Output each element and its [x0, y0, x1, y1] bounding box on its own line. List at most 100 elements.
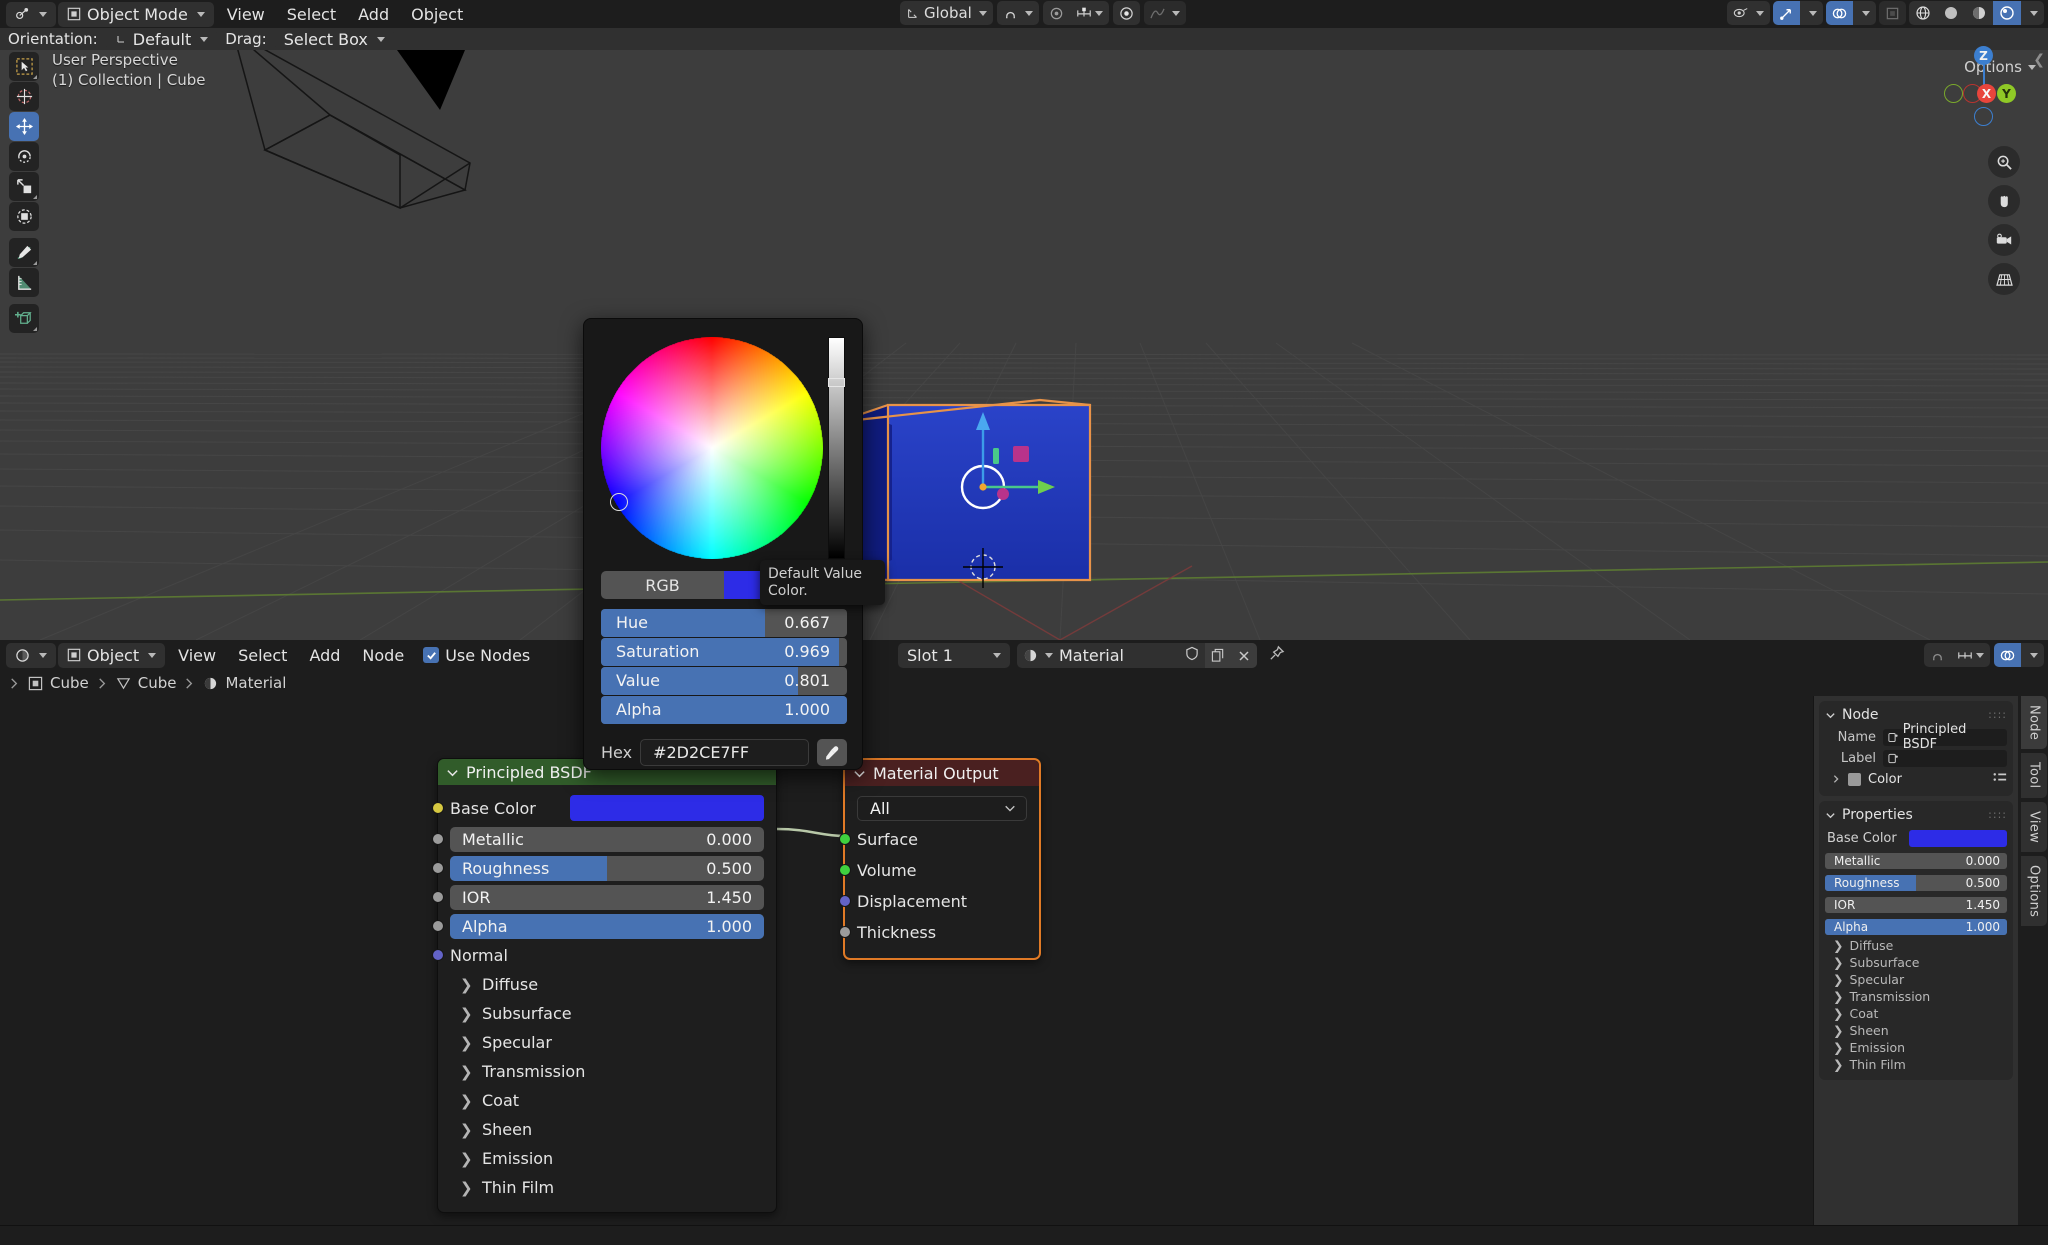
socket-base-color[interactable]: [432, 802, 444, 814]
gizmo-axis-neg-z[interactable]: [1974, 107, 1993, 126]
shader-editor-type-selector[interactable]: [6, 642, 56, 668]
gizmo-group[interactable]: [1773, 1, 1823, 25]
properties-panel[interactable]: Properties :::: Base Color Metallic 0.000…: [1819, 801, 2013, 1080]
node-name-row[interactable]: Name Principled BSDF: [1825, 722, 2007, 752]
color-wheel[interactable]: [601, 337, 823, 559]
add-cube-tool[interactable]: [9, 304, 39, 333]
shader-menu-node[interactable]: Node: [351, 643, 415, 668]
shader-menu-add[interactable]: Add: [298, 643, 351, 668]
node-panel[interactable]: Node :::: Name Principled BSDF Label Col…: [1819, 701, 2013, 796]
value-slider-cursor[interactable]: [828, 378, 845, 388]
material-slot-area[interactable]: Slot 1 Material: [898, 643, 1289, 668]
panel-base-color-row[interactable]: Base Color: [1825, 828, 2007, 848]
node-color-checkbox[interactable]: [1848, 772, 1861, 786]
metallic-row[interactable]: Metallic 0.000: [432, 825, 776, 854]
gizmo-axis-x[interactable]: X: [1977, 84, 1996, 103]
shader-overlay-group[interactable]: [1994, 643, 2044, 667]
wireframe-shading-button[interactable]: [1909, 1, 1937, 25]
node-section-transmission[interactable]: ❯ Transmission: [438, 1057, 776, 1086]
chevron-down-icon[interactable]: [446, 766, 459, 779]
shading-mode-group[interactable]: [1909, 1, 2044, 25]
panel-grip[interactable]: ::::: [1988, 709, 2007, 720]
picker-slider-value[interactable]: Value 0.801: [601, 667, 847, 695]
node-principled-bsdf[interactable]: Principled BSDF Base Color Metallic 0.00…: [432, 758, 777, 1213]
menu-select[interactable]: Select: [276, 2, 347, 27]
shader-editor[interactable]: Object View Select Add Node Use Nodes Sl…: [0, 640, 2048, 1245]
picker-slider-alpha[interactable]: Alpha 1.000: [601, 696, 847, 724]
color-picker-popup[interactable]: RGB Hue 0.667 Saturation 0.969 Value 0.801 Alp…: [583, 318, 863, 770]
metallic-field[interactable]: Metallic 0.000: [450, 827, 764, 852]
xray-toggle[interactable]: [1879, 1, 1906, 25]
panel-slider-metallic[interactable]: Metallic 0.000: [1825, 851, 2007, 870]
socket-dot[interactable]: [839, 895, 851, 907]
node-header-output[interactable]: Material Output: [845, 760, 1039, 786]
eyedropper-icon[interactable]: [817, 739, 847, 766]
ior-field[interactable]: IOR 1.450: [450, 885, 764, 910]
shader-header-right[interactable]: [1924, 643, 2044, 667]
panel-slider-track[interactable]: Metallic 0.000: [1825, 852, 2007, 869]
alpha-row[interactable]: Alpha 1.000: [432, 912, 776, 941]
breadcrumb-mesh[interactable]: Cube: [138, 674, 177, 692]
output-socket-surface[interactable]: Surface: [839, 824, 1039, 855]
node-label-field[interactable]: [1883, 749, 2007, 767]
chevron-right-icon[interactable]: [1831, 774, 1841, 784]
socket-metallic[interactable]: [432, 833, 444, 845]
shader-overlay-dropdown[interactable]: [2021, 643, 2044, 667]
socket-roughness[interactable]: [432, 862, 444, 874]
tab-rgb[interactable]: RGB: [601, 571, 724, 599]
shader-menu-bar[interactable]: View Select Add Node: [167, 643, 415, 668]
gizmo-axis-neg-y[interactable]: [1944, 84, 1963, 103]
use-nodes-toggle[interactable]: Use Nodes: [423, 646, 530, 665]
transform-tool[interactable]: [9, 202, 39, 231]
node-section-specular[interactable]: ❯ Specular: [438, 1028, 776, 1057]
node-color-presets-icon[interactable]: [1993, 771, 2007, 787]
material-datablock[interactable]: Material: [1017, 643, 1257, 668]
output-target-dropdown[interactable]: All: [857, 795, 1027, 821]
camera-icon[interactable]: [1988, 224, 2020, 256]
viewport-menu-bar[interactable]: View Select Add Object: [216, 2, 474, 27]
viewport-nav-tools[interactable]: [1988, 146, 2020, 295]
hex-row[interactable]: Hex #2D2CE7FF: [601, 739, 847, 766]
node-label-row[interactable]: Label: [1825, 749, 2007, 767]
socket-dot[interactable]: [839, 926, 851, 938]
breadcrumb-object[interactable]: Cube: [50, 674, 89, 692]
sidebar-expand-arrow[interactable]: ❮: [2033, 52, 2045, 68]
gizmo-axis-y[interactable]: Y: [1997, 84, 2016, 103]
shader-snap-group[interactable]: [1924, 643, 1990, 667]
visibility-selector[interactable]: [1727, 1, 1770, 25]
menu-object[interactable]: Object: [400, 2, 474, 27]
output-socket-displacement[interactable]: Displacement: [839, 886, 1039, 917]
output-input-sockets[interactable]: Surface Volume Displacement Thickness: [839, 824, 1039, 948]
menu-add[interactable]: Add: [347, 2, 400, 27]
output-socket-thickness[interactable]: Thickness: [839, 917, 1039, 948]
panel-section-list[interactable]: ❯ Diffuse ❯ Subsurface ❯ Specular ❯ Transmissio…: [1825, 938, 2007, 1072]
breadcrumb[interactable]: Cube Cube Material: [8, 670, 286, 696]
hand-icon[interactable]: [1988, 185, 2020, 217]
panel-grip[interactable]: ::::: [1988, 809, 2007, 820]
slot-selector[interactable]: Slot 1: [898, 643, 1010, 668]
shader-menu-select[interactable]: Select: [227, 643, 298, 668]
breadcrumb-material[interactable]: Material: [225, 674, 286, 692]
navigation-gizmo[interactable]: Z X Y: [1944, 44, 2024, 126]
output-target-row[interactable]: All: [845, 792, 1039, 824]
3d-viewport[interactable]: Object Mode View Select Add Object Globa…: [0, 0, 2048, 640]
panel-section-emission[interactable]: ❯ Emission: [1825, 1040, 2007, 1055]
tweak-tool[interactable]: [9, 52, 39, 81]
socket-dot[interactable]: [839, 864, 851, 876]
interaction-mode-selector[interactable]: Object Mode: [58, 1, 214, 27]
panel-slider-roughness[interactable]: Roughness 0.500: [1825, 873, 2007, 892]
panel-slider-track[interactable]: Roughness 0.500: [1825, 874, 2007, 891]
menu-view[interactable]: View: [216, 2, 276, 27]
color-slider-list[interactable]: Hue 0.667 Saturation 0.969 Value 0.801 Alpha 1.…: [601, 609, 847, 725]
sidebar-tab-view[interactable]: View: [2021, 801, 2047, 852]
measure-tool[interactable]: [9, 268, 39, 297]
panel-section-thin-film[interactable]: ❯ Thin Film: [1825, 1057, 2007, 1072]
drag-dropdown[interactable]: Select Box: [274, 29, 394, 49]
ior-row[interactable]: IOR 1.450: [432, 883, 776, 912]
panel-slider-ior[interactable]: IOR 1.450: [1825, 895, 2007, 914]
shader-snap-toggle[interactable]: [1924, 643, 1951, 667]
node-section-diffuse[interactable]: ❯ Diffuse: [438, 970, 776, 999]
shading-dropdown[interactable]: [2021, 1, 2044, 25]
panel-section-specular[interactable]: ❯ Specular: [1825, 972, 2007, 987]
viewport-header[interactable]: Object Mode View Select Add Object Globa…: [0, 0, 2048, 28]
